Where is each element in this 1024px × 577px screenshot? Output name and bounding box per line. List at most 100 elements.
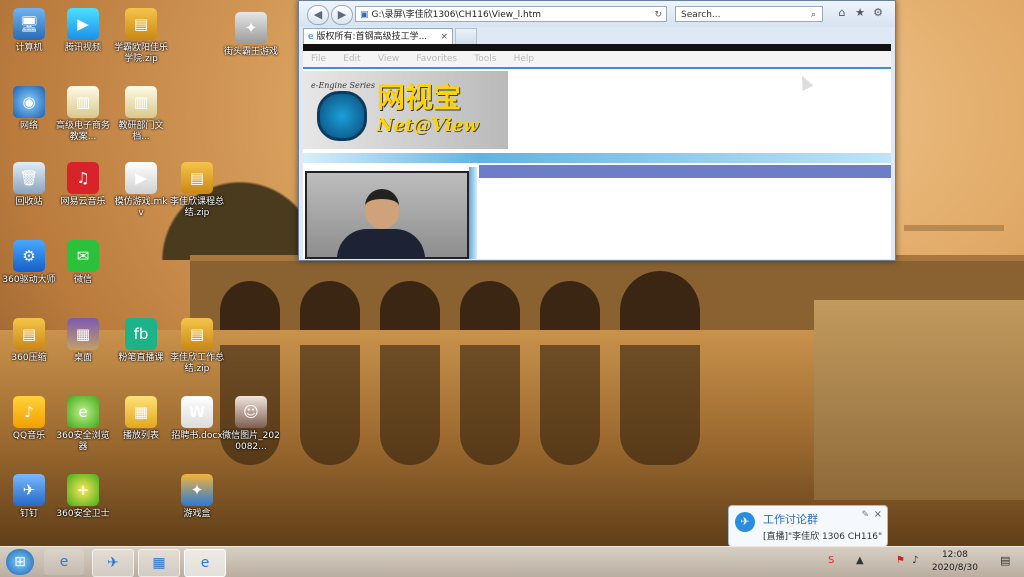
search-icon[interactable]: ⌕	[811, 7, 816, 23]
taskbar-ie-active-button[interactable]: e	[184, 549, 226, 577]
page-content: e-Engine Series 网视宝 Net@View	[303, 69, 891, 259]
desktop-icon-desktop[interactable]: ▦ 桌面	[54, 318, 112, 364]
tray-expand-icon[interactable]: ▲	[856, 555, 864, 566]
desktop-icon-fenbi-live[interactable]: fb 粉笔直播课	[112, 318, 170, 364]
desktop-icon-zip-archive[interactable]: ▤ 学霸欧阳佳乐学院.zip	[112, 8, 170, 65]
desktop-icon-recycle-bin[interactable]: 🗑 回收站	[0, 162, 58, 208]
notification-popup[interactable]: ✈ 工作讨论群 [直播]"李佳欣 1306 CH116" ✎ ×	[728, 505, 888, 547]
menu-edit[interactable]: Edit	[343, 51, 360, 67]
forward-button[interactable]: ▶	[331, 5, 353, 25]
desktop-icon-label: 360驱动大师	[2, 275, 56, 285]
bridge-reflection	[300, 345, 360, 465]
taskbar-calendar-button[interactable]: ▦	[138, 549, 180, 577]
desktop-icon-netease-music[interactable]: ♫ 网易云音乐	[54, 162, 112, 208]
refresh-icon[interactable]: ↻	[654, 7, 662, 23]
desktop-icon-360-safe[interactable]: + 360安全卫士	[54, 474, 112, 520]
desktop-icon-photo[interactable]: ☺ 微信图片_2020082...	[222, 396, 280, 453]
home-icon[interactable]: ⌂	[835, 6, 849, 20]
desktop-icon-label: QQ音乐	[12, 431, 46, 441]
security-tray-icon[interactable]: ⚑	[896, 555, 905, 566]
document-icon: ▥	[67, 86, 99, 118]
desktop-icon-label: 网络	[19, 121, 38, 131]
video-player[interactable]	[305, 171, 469, 259]
desktop-icon-computer[interactable]: 🖥 计算机	[0, 8, 58, 54]
desktop-icon-label: 李佳欣工作总结.zip	[169, 353, 224, 374]
wallpaper-railing	[904, 195, 1004, 231]
document-icon: ▥	[125, 86, 157, 118]
notification-message: [直播]"李佳欣 1306 CH116"	[763, 532, 883, 542]
new-tab-button[interactable]	[455, 28, 477, 45]
desktop-icon-zip-archive[interactable]: ▤ 李佳欣课程总结.zip	[168, 162, 226, 219]
zip-archive-icon: ▤	[181, 318, 213, 350]
desktop-icon-game[interactable]: ✦ 街头霸王游戏	[222, 12, 280, 58]
desktop-icon-document[interactable]: ▥ 高级电子商务教案...	[54, 86, 112, 143]
presenter-body	[337, 229, 425, 257]
taskbar: ⊞ e ✈ ▦ e S ▲ ⚑ ♪ 12:08 2020/8/30 ▤	[0, 546, 1024, 577]
desktop-icon-label: 招聘书.docx	[171, 431, 223, 441]
recycle-bin-icon: 🗑	[13, 162, 45, 194]
mouse-cursor-icon	[796, 73, 814, 91]
menu-favorites[interactable]: Favorites	[416, 51, 457, 67]
clock[interactable]: 12:08 2020/8/30	[932, 549, 978, 575]
netview-banner: e-Engine Series 网视宝 Net@View	[303, 71, 508, 149]
file-icon: ▣	[360, 10, 369, 20]
gear-icon[interactable]: ⚙	[871, 6, 885, 20]
browser-tab[interactable]: e 版权所有:首钢高级技工学... ×	[303, 28, 453, 44]
start-button[interactable]: ⊞	[6, 549, 34, 575]
zip-archive-icon: ▤	[181, 162, 213, 194]
pin-icon[interactable]: ✎	[861, 510, 869, 520]
browser-toolbar: ◀ ▶ ▣ G:\录屏\李佳欣1306\CH116\View_l.htm ↻ Se…	[299, 1, 895, 27]
desktop-icon-label: 计算机	[15, 43, 43, 53]
desktop-icon-360-zip[interactable]: ▤ 360压缩	[0, 318, 58, 364]
desktop-icon-360-browser[interactable]: e 360安全浏览器	[54, 396, 112, 453]
desktop-icon-game-box[interactable]: ✦ 游戏盒	[168, 474, 226, 520]
tab-title: 版权所有:首钢高级技工学...	[316, 32, 428, 42]
desktop-icon-dingtalk[interactable]: ✈ 钉钉	[0, 474, 58, 520]
menu-file[interactable]: File	[311, 51, 326, 67]
taskbar-dingtalk-button[interactable]: ✈	[92, 549, 134, 577]
desktop-icon-label: 粉笔直播课	[118, 353, 164, 363]
close-tab-icon[interactable]: ×	[440, 29, 448, 44]
desktop-icon-label: 360安全浏览器	[56, 431, 110, 452]
desktop-icon-360-driver[interactable]: ⚙ 360驱动大师	[0, 240, 58, 286]
desktop-icon-network[interactable]: ◉ 网络	[0, 86, 58, 132]
dingtalk-icon: ✈	[13, 474, 45, 506]
desktop-icon-video-file[interactable]: ▶ 模仿游戏.mkv	[112, 162, 170, 219]
desktop-icon-wechat[interactable]: ✉ 微信	[54, 240, 112, 286]
desktop-icon-tencent-video[interactable]: ▶ 腾讯视频	[54, 8, 112, 54]
desktop-icon-label: 微信	[73, 275, 92, 285]
desktop-icon-label: 网易云音乐	[60, 197, 106, 207]
taskbar-ie-button[interactable]: e	[44, 549, 84, 575]
close-icon[interactable]: ×	[874, 509, 882, 520]
music-icon: ♫	[67, 162, 99, 194]
desktop-icon-zip-archive[interactable]: ▤ 李佳欣工作总结.zip	[168, 318, 226, 375]
search-placeholder: Search...	[681, 10, 721, 20]
dingtalk-icon: ✈	[735, 512, 755, 532]
desktop-icon-label: 李佳欣课程总结.zip	[169, 197, 224, 218]
menu-tools[interactable]: Tools	[474, 51, 496, 67]
desktop-icon-label: 腾讯视频	[64, 43, 101, 53]
back-button[interactable]: ◀	[307, 5, 329, 25]
action-center-icon[interactable]: ▤	[1000, 554, 1014, 568]
desktop-icon-folder[interactable]: ▦ 播放列表	[112, 396, 170, 442]
desktop-icon-label: 钉钉	[19, 509, 38, 519]
desktop-icon-word-doc[interactable]: W 招聘书.docx	[168, 396, 226, 442]
desktop-icon-document[interactable]: ▥ 教研部门文档...	[112, 86, 170, 143]
zip-archive-icon: ▤	[125, 8, 157, 40]
menu-help[interactable]: Help	[514, 51, 535, 67]
address-bar[interactable]: ▣ G:\录屏\李佳欣1306\CH116\View_l.htm ↻	[355, 6, 667, 22]
browser-window[interactable]: ◀ ▶ ▣ G:\录屏\李佳欣1306\CH116\View_l.htm ↻ Se…	[298, 0, 896, 261]
desktop-icon-qq-music[interactable]: ♪ QQ音乐	[0, 396, 58, 442]
desktop-icon-label: 高级电子商务教案...	[55, 121, 110, 142]
search-input[interactable]: Search... ⌕	[675, 6, 823, 22]
menu-view[interactable]: View	[378, 51, 399, 67]
bridge-reflection	[540, 345, 600, 465]
volume-icon[interactable]: ♪	[912, 555, 918, 566]
desktop-icon-label: 360安全卫士	[56, 509, 110, 519]
favorites-star-icon[interactable]: ★	[853, 6, 867, 20]
bridge-reflection	[380, 345, 440, 465]
content-header-bar	[479, 165, 891, 178]
desktop-folder-icon: ▦	[67, 318, 99, 350]
wallpaper-stone-wall	[814, 300, 1024, 500]
sogou-input-icon[interactable]: S	[828, 555, 834, 566]
